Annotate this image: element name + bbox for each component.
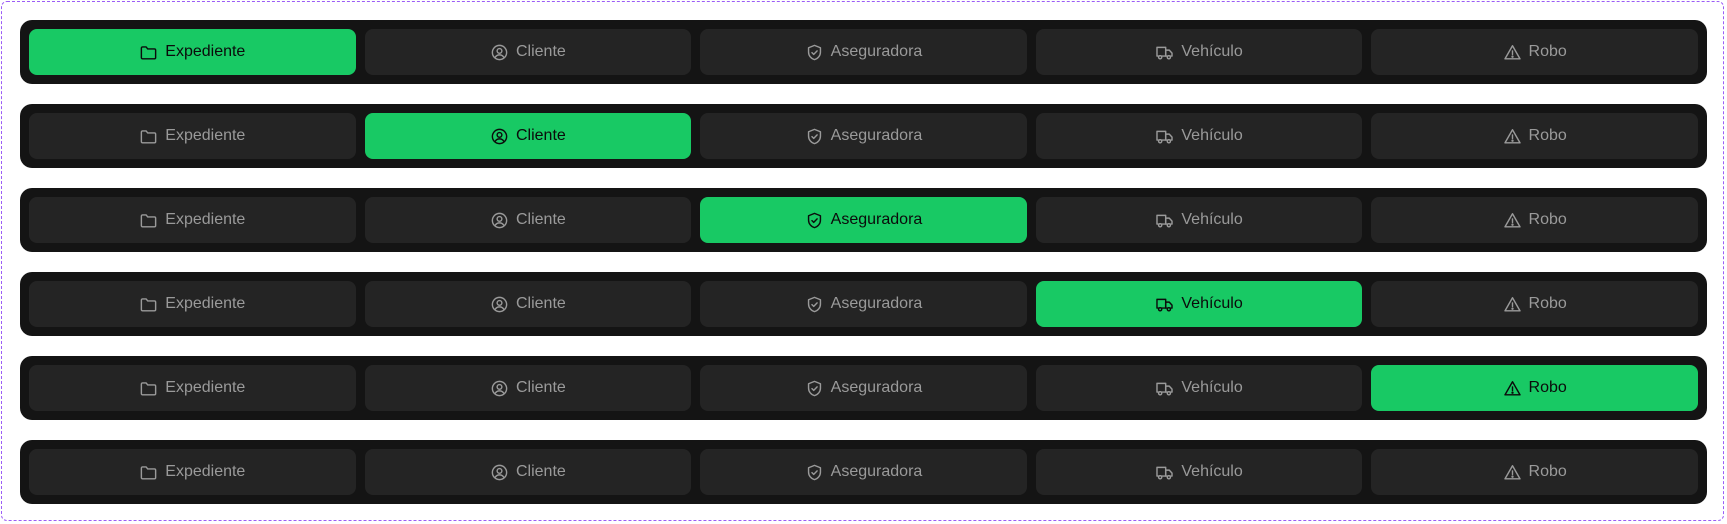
tab-cliente[interactable]: Cliente xyxy=(364,29,692,75)
tab-aseguradora[interactable]: Aseguradora xyxy=(700,113,1027,159)
tab-expediente[interactable]: Expediente xyxy=(29,365,356,411)
tab-aseguradora[interactable]: Aseguradora xyxy=(700,365,1027,411)
tab-label: Expediente xyxy=(165,43,246,60)
warning-triangle-icon xyxy=(1503,463,1522,482)
tab-label: Expediente xyxy=(165,295,246,312)
warning-triangle-icon xyxy=(1503,127,1522,146)
tab-aseguradora[interactable]: Aseguradora xyxy=(700,29,1027,75)
tab-expediente[interactable]: Expediente xyxy=(29,113,356,159)
folder-icon xyxy=(139,211,158,230)
tab-cliente[interactable]: Cliente xyxy=(364,365,692,411)
truck-icon xyxy=(1155,127,1174,146)
tab-label: Vehículo xyxy=(1181,463,1243,480)
tab-label: Aseguradora xyxy=(830,463,923,480)
user-circle-icon xyxy=(490,127,509,146)
tab-robo[interactable]: Robo xyxy=(1371,365,1698,411)
user-circle-icon xyxy=(490,463,509,482)
tab-robo[interactable]: Robo xyxy=(1371,281,1698,327)
tab-vehiculo[interactable]: Vehículo xyxy=(1035,29,1363,75)
folder-icon xyxy=(139,379,158,398)
tab-vehiculo[interactable]: Vehículo xyxy=(1035,197,1363,243)
tab-label: Robo xyxy=(1528,295,1567,312)
tab-label: Robo xyxy=(1528,379,1567,396)
tab-cliente[interactable]: Cliente xyxy=(364,281,692,327)
tab-label: Expediente xyxy=(165,127,246,144)
user-circle-icon xyxy=(490,211,509,230)
tab-expediente[interactable]: Expediente xyxy=(29,29,356,75)
tab-label: Expediente xyxy=(165,379,246,396)
folder-icon xyxy=(139,43,158,62)
tab-vehiculo[interactable]: Vehículo xyxy=(1035,113,1363,159)
tab-vehiculo[interactable]: Vehículo xyxy=(1035,365,1363,411)
tab-label: Vehículo xyxy=(1181,379,1243,396)
warning-triangle-icon xyxy=(1503,43,1522,62)
warning-triangle-icon xyxy=(1503,295,1522,314)
tab-bar: Expediente Cliente Aseguradora Vehículo Robo xyxy=(20,188,1707,252)
shield-check-icon xyxy=(805,379,824,398)
tab-label: Expediente xyxy=(165,463,246,480)
tab-label: Expediente xyxy=(165,211,246,228)
folder-icon xyxy=(139,463,158,482)
folder-icon xyxy=(139,127,158,146)
warning-triangle-icon xyxy=(1503,211,1522,230)
truck-icon xyxy=(1155,43,1174,62)
tab-label: Robo xyxy=(1528,211,1567,228)
shield-check-icon xyxy=(805,463,824,482)
shield-check-icon xyxy=(805,127,824,146)
tab-label: Aseguradora xyxy=(830,211,923,228)
tab-vehiculo[interactable]: Vehículo xyxy=(1035,281,1363,327)
tab-bar: Expediente Cliente Aseguradora Vehículo Robo xyxy=(20,356,1707,420)
shield-check-icon xyxy=(805,211,824,230)
tab-bar: Expediente Cliente Aseguradora Vehículo Robo xyxy=(20,272,1707,336)
tab-expediente[interactable]: Expediente xyxy=(29,197,356,243)
user-circle-icon xyxy=(490,43,509,62)
tab-label: Aseguradora xyxy=(830,295,923,312)
truck-icon xyxy=(1155,463,1174,482)
tab-label: Vehículo xyxy=(1181,43,1243,60)
truck-icon xyxy=(1155,295,1174,314)
shield-check-icon xyxy=(805,295,824,314)
user-circle-icon xyxy=(490,379,509,398)
tab-label: Aseguradora xyxy=(830,43,923,60)
warning-triangle-icon xyxy=(1503,379,1522,398)
tab-label: Robo xyxy=(1528,127,1567,144)
tab-robo[interactable]: Robo xyxy=(1371,197,1698,243)
tab-label: Cliente xyxy=(515,295,566,312)
tab-cliente[interactable]: Cliente xyxy=(364,113,692,159)
truck-icon xyxy=(1155,379,1174,398)
tab-label: Cliente xyxy=(515,379,566,396)
truck-icon xyxy=(1155,211,1174,230)
tab-label: Vehículo xyxy=(1181,295,1243,312)
tab-bar: Expediente Cliente Aseguradora Vehículo Robo xyxy=(20,104,1707,168)
tab-label: Aseguradora xyxy=(830,379,923,396)
tab-label: Cliente xyxy=(515,463,566,480)
tab-robo[interactable]: Robo xyxy=(1371,449,1698,495)
tab-bar: Expediente Cliente Aseguradora Vehículo Robo xyxy=(20,20,1707,84)
tab-label: Cliente xyxy=(515,43,566,60)
tab-label: Cliente xyxy=(515,211,566,228)
tab-label: Aseguradora xyxy=(830,127,923,144)
tab-robo[interactable]: Robo xyxy=(1371,113,1698,159)
tab-expediente[interactable]: Expediente xyxy=(29,449,356,495)
tab-label: Vehículo xyxy=(1181,127,1243,144)
tab-aseguradora[interactable]: Aseguradora xyxy=(700,281,1027,327)
folder-icon xyxy=(139,295,158,314)
tab-aseguradora[interactable]: Aseguradora xyxy=(700,197,1027,243)
tab-vehiculo[interactable]: Vehículo xyxy=(1035,449,1363,495)
tab-label: Cliente xyxy=(515,127,566,144)
tab-label: Robo xyxy=(1528,463,1567,480)
tab-robo[interactable]: Robo xyxy=(1371,29,1698,75)
user-circle-icon xyxy=(490,295,509,314)
tab-cliente[interactable]: Cliente xyxy=(364,449,692,495)
tab-label: Robo xyxy=(1528,43,1567,60)
tab-bar: Expediente Cliente Aseguradora Vehículo Robo xyxy=(20,440,1707,504)
tab-bar-variants: Expediente Cliente Aseguradora Vehículo Robo… xyxy=(20,20,1707,524)
tab-aseguradora[interactable]: Aseguradora xyxy=(700,449,1027,495)
tab-expediente[interactable]: Expediente xyxy=(29,281,356,327)
tab-label: Vehículo xyxy=(1181,211,1243,228)
shield-check-icon xyxy=(805,43,824,62)
tab-cliente[interactable]: Cliente xyxy=(364,197,692,243)
